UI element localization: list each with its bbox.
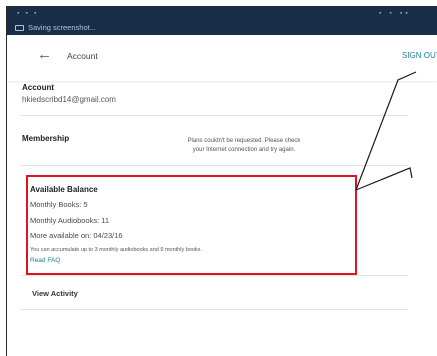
notification-text: Saving screenshot...	[28, 23, 96, 32]
app-bar: ← Account SIGN OUT	[7, 35, 437, 81]
screenshot-notification: Saving screenshot...	[15, 23, 96, 32]
divider	[21, 275, 408, 276]
page-title: Account	[67, 51, 98, 61]
monthly-audiobooks: Monthly Audiobooks: 11	[30, 216, 110, 225]
membership-error-line-2: your Internet connection and try again.	[192, 147, 296, 153]
status-bar: ▪▪▪ ▪ ▪ ▪▪ Saving screenshot...	[7, 7, 437, 35]
divider	[21, 309, 408, 310]
balance-title: Available Balance	[30, 185, 98, 194]
status-icons-right: ▪ ▪ ▪▪	[379, 10, 411, 17]
screenshot-frame: ▪▪▪ ▪ ▪ ▪▪ Saving screenshot... ← Accoun…	[6, 6, 437, 356]
back-arrow-icon[interactable]: ←	[37, 46, 52, 64]
membership-label: Membership	[22, 134, 70, 143]
more-available-date: More available on: 04/23/16	[30, 231, 123, 240]
divider	[21, 165, 408, 166]
sign-out-button[interactable]: SIGN OUT	[402, 51, 437, 60]
account-label: Account	[22, 83, 54, 92]
screenshot-notification-icon	[15, 24, 24, 31]
divider	[21, 115, 408, 116]
status-icons-left: ▪▪▪	[17, 10, 43, 17]
account-email: hkiedscribd14@gmail.com	[22, 95, 116, 104]
read-faq-link[interactable]: Read FAQ	[30, 257, 60, 264]
membership-error-line-1: Plans couldn't be requested. Please chec…	[187, 138, 301, 144]
accumulation-note: You can accumulate up to 3 monthly audio…	[30, 247, 202, 253]
view-activity-item[interactable]: View Activity	[32, 289, 78, 298]
monthly-books: Monthly Books: 5	[30, 200, 88, 209]
membership-error-message: Plans couldn't be requested. Please chec…	[164, 137, 324, 155]
